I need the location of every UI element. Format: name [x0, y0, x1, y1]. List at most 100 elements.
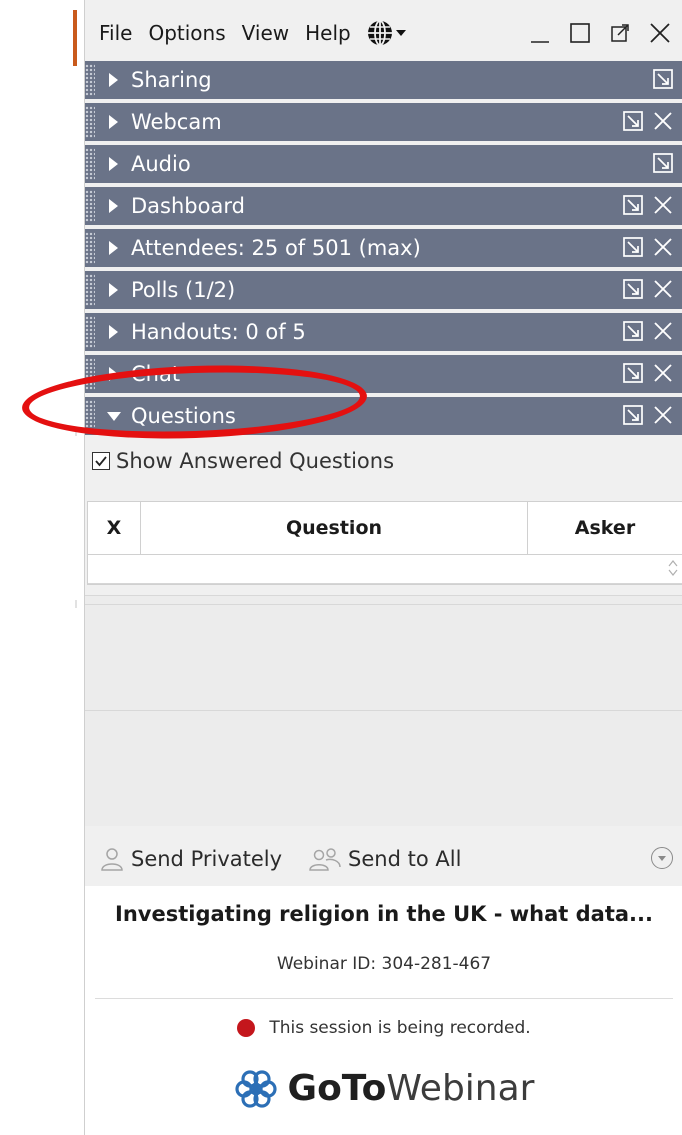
divider	[95, 998, 673, 999]
popout-icon[interactable]	[621, 319, 645, 343]
pane-bar-webcam[interactable]: Webcam	[85, 103, 682, 141]
collapsed-arrow-icon[interactable]	[109, 199, 118, 213]
send-options-button[interactable]	[651, 847, 673, 869]
logo-wordmark: GoToWebinar	[287, 1067, 535, 1109]
pane-label: Handouts: 0 of 5	[131, 320, 306, 344]
show-answered-toggle[interactable]: Show Answered Questions	[92, 449, 394, 473]
pane-label: Dashboard	[131, 194, 245, 218]
column-header-x[interactable]: X	[88, 502, 141, 554]
pane-bar-sharing[interactable]: Sharing	[85, 61, 682, 99]
popout-icon[interactable]	[651, 67, 675, 91]
pane-label: Polls (1/2)	[131, 278, 236, 302]
pane-actions	[621, 277, 675, 301]
drag-handle[interactable]	[85, 148, 95, 180]
show-answered-checkbox[interactable]	[92, 452, 110, 470]
gotowebinar-logo: GoToWebinar	[85, 1066, 682, 1110]
drag-handle[interactable]	[85, 190, 95, 222]
column-header-question[interactable]: Question	[141, 502, 528, 554]
maximize-icon	[570, 23, 590, 43]
questions-table: X Question Asker	[87, 501, 682, 585]
close-icon[interactable]	[651, 109, 675, 133]
collapsed-arrow-icon[interactable]	[109, 157, 118, 171]
menu-file[interactable]: File	[99, 21, 132, 45]
send-privately-label: Send Privately	[131, 847, 283, 871]
close-icon[interactable]	[651, 361, 675, 385]
drag-handle[interactable]	[85, 106, 95, 138]
close-icon[interactable]	[651, 277, 675, 301]
scroll-down-icon	[668, 569, 678, 576]
close-button[interactable]	[647, 20, 673, 46]
recording-notice-text: This session is being recorded.	[269, 1018, 531, 1038]
table-scrollbar[interactable]	[668, 559, 678, 579]
column-header-asker[interactable]: Asker	[528, 502, 682, 554]
drag-handle[interactable]	[85, 232, 95, 264]
scroll-up-icon	[668, 560, 678, 567]
divider	[85, 710, 682, 711]
language-dropdown[interactable]	[365, 18, 407, 48]
divider	[85, 604, 682, 605]
pane-bar-audio[interactable]: Audio	[85, 145, 682, 183]
popout-button[interactable]	[607, 20, 633, 46]
pane-actions	[621, 361, 675, 385]
menu-view[interactable]: View	[242, 21, 289, 45]
chevron-down-icon	[658, 856, 666, 861]
person-icon	[99, 846, 125, 872]
table-row	[88, 555, 682, 584]
pane-label: Sharing	[131, 68, 212, 92]
menu-help[interactable]: Help	[305, 21, 351, 45]
chevron-down-icon	[395, 30, 406, 36]
gotowebinar-control-panel: File Options View Help Sharing Webcam Au…	[84, 0, 682, 1135]
close-icon[interactable]	[651, 193, 675, 217]
pane-actions	[651, 151, 675, 175]
pane-actions	[651, 67, 675, 91]
collapsed-arrow-icon[interactable]	[109, 115, 118, 129]
close-icon[interactable]	[651, 319, 675, 343]
popout-icon[interactable]	[621, 109, 645, 133]
pane-actions	[621, 319, 675, 343]
pane-actions	[621, 403, 675, 427]
window-edge-accent	[73, 10, 77, 66]
background-left	[0, 0, 84, 1135]
webinar-id: Webinar ID: 304-281-467	[276, 954, 492, 974]
send-privately-button[interactable]: Send Privately	[99, 846, 282, 872]
drag-handle[interactable]	[85, 316, 95, 348]
recording-dot-icon	[237, 1019, 256, 1037]
flower-logo-icon	[234, 1070, 277, 1108]
pane-label: Attendees: 25 of 501 (max)	[131, 236, 421, 260]
pane-label: Webcam	[131, 110, 222, 134]
minimize-button[interactable]	[527, 20, 553, 46]
maximize-button[interactable]	[567, 20, 593, 46]
pane-bar-polls[interactable]: Polls (1/2)	[85, 271, 682, 309]
close-icon[interactable]	[651, 235, 675, 259]
close-icon[interactable]	[651, 403, 675, 427]
table-header: X Question Asker	[88, 502, 682, 555]
session-info: Investigating religion in the UK - what …	[85, 886, 682, 1135]
pane-bar-dashboard[interactable]: Dashboard	[85, 187, 682, 225]
pane-bar-handouts[interactable]: Handouts: 0 of 5	[85, 313, 682, 351]
collapsed-arrow-icon[interactable]	[109, 241, 118, 255]
recording-notice: This session is being recorded.	[85, 1018, 682, 1038]
drag-handle[interactable]	[85, 274, 95, 306]
menu-options[interactable]: Options	[148, 21, 225, 45]
pane-label: Audio	[131, 152, 191, 176]
popout-icon[interactable]	[651, 151, 675, 175]
popout-icon[interactable]	[621, 277, 645, 301]
collapsed-arrow-icon[interactable]	[109, 73, 118, 87]
collapsed-arrow-icon[interactable]	[109, 283, 118, 297]
collapsed-arrow-icon[interactable]	[109, 325, 118, 339]
minimize-icon	[531, 41, 549, 43]
popout-icon[interactable]	[621, 361, 645, 385]
window-controls	[527, 12, 673, 54]
popout-icon[interactable]	[621, 193, 645, 217]
left-edge-mark	[75, 600, 77, 608]
pane-bar-attendees[interactable]: Attendees: 25 of 501 (max)	[85, 229, 682, 267]
drag-handle[interactable]	[85, 64, 95, 96]
show-answered-label: Show Answered Questions	[116, 449, 395, 473]
popout-icon[interactable]	[621, 235, 645, 259]
send-to-all-label: Send to All	[348, 847, 462, 871]
send-to-all-button[interactable]: Send to All	[308, 846, 461, 872]
popout-icon[interactable]	[621, 403, 645, 427]
send-controls: Send Privately Send to All	[85, 835, 682, 883]
pane-actions	[621, 235, 675, 259]
answer-text-area[interactable]	[85, 595, 682, 826]
